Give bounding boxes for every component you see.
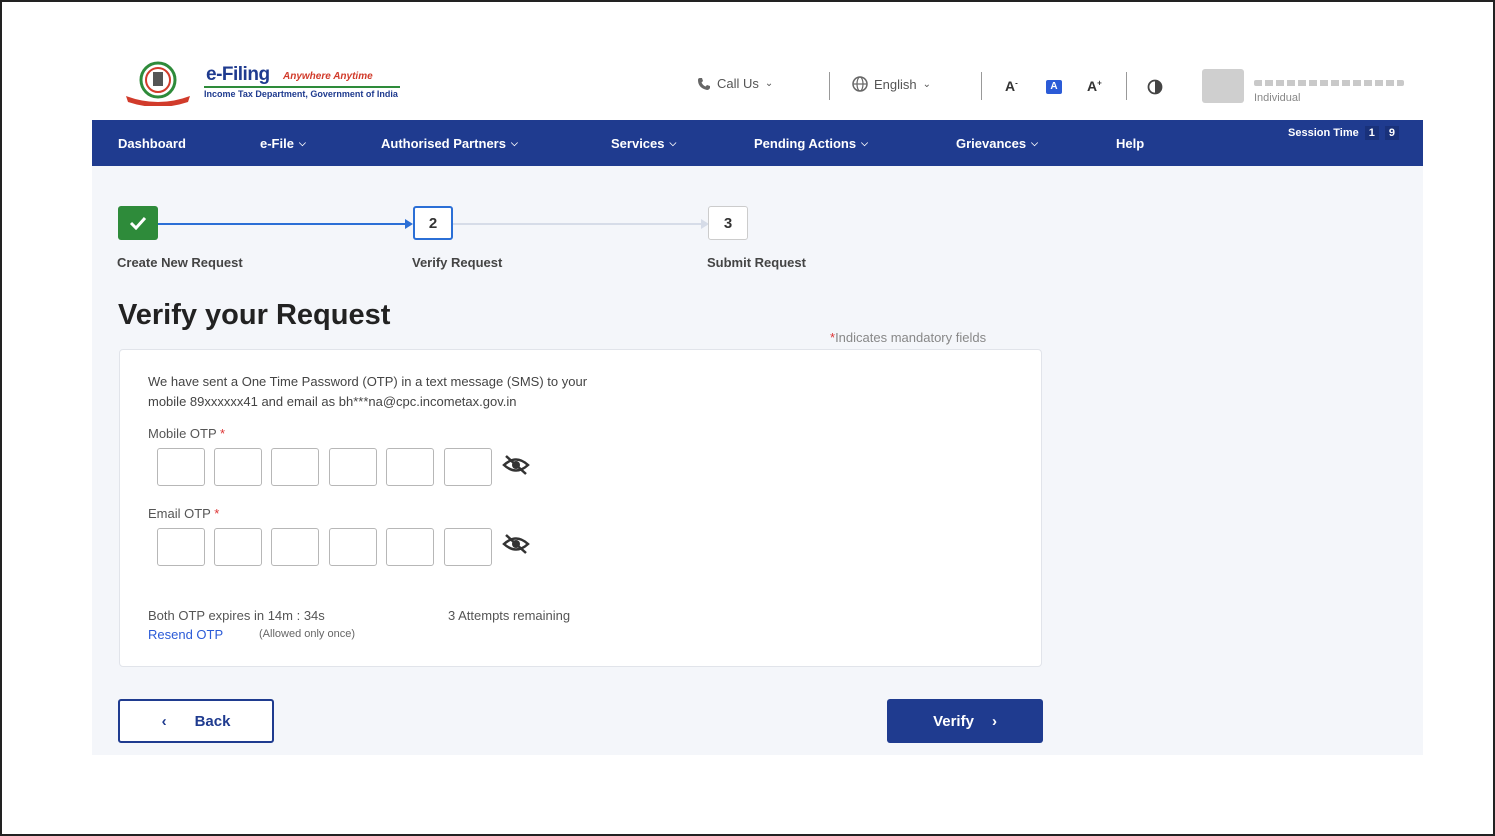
mobile-otp-digit-4[interactable] xyxy=(329,448,377,486)
divider xyxy=(1126,72,1127,100)
nav-item-dashboard[interactable]: Dashboard xyxy=(118,136,186,151)
chevron-down-icon: ⌄ xyxy=(764,78,774,89)
back-button[interactable]: ‹ Back xyxy=(118,699,274,743)
step-1-indicator xyxy=(118,206,158,240)
main-nav: Dashboard e-File ⌵ Authorised Partners ⌵ S… xyxy=(92,120,1423,166)
nav-item-efile[interactable]: e-File ⌵ xyxy=(260,136,306,151)
call-us-label: Call Us xyxy=(717,76,759,91)
email-otp-digit-3[interactable] xyxy=(271,528,319,566)
session-digit: 1 xyxy=(1364,126,1379,140)
step-3-label: Submit Request xyxy=(707,255,806,270)
chevron-right-icon: › xyxy=(991,712,997,730)
mobile-otp-digit-1[interactable] xyxy=(157,448,205,486)
page-title: Verify your Request xyxy=(118,299,391,331)
chevron-down-icon: ⌵ xyxy=(669,138,677,148)
chevron-down-icon: ⌄ xyxy=(922,78,932,90)
font-reset-button[interactable]: A xyxy=(1046,80,1062,94)
contrast-icon[interactable] xyxy=(1147,79,1163,95)
brand-name: e-Filing xyxy=(206,64,270,85)
mobile-otp-digit-6[interactable] xyxy=(444,448,492,486)
email-otp-digit-6[interactable] xyxy=(444,528,492,566)
email-otp-digit-2[interactable] xyxy=(214,528,262,566)
session-digit: 9 xyxy=(1384,126,1399,140)
divider xyxy=(981,72,982,100)
chevron-left-icon: ‹ xyxy=(161,712,167,730)
arrow-right-icon xyxy=(405,219,413,229)
mobile-otp-digit-5[interactable] xyxy=(386,448,434,486)
otp-message: We have sent a One Time Password (OTP) i… xyxy=(148,374,588,409)
language-dropdown[interactable]: English ⌄ xyxy=(852,76,931,92)
divider xyxy=(829,72,830,100)
emblem-icon xyxy=(126,61,190,106)
step-2-indicator: 2 xyxy=(413,206,453,240)
globe-icon xyxy=(852,76,868,92)
brand-tagline: Anywhere Anytime xyxy=(283,71,373,82)
language-label: English xyxy=(874,76,917,92)
resend-otp-link[interactable]: Resend OTP xyxy=(148,627,223,642)
font-decrease-button[interactable]: A- xyxy=(1005,78,1018,94)
redacted-username xyxy=(1254,80,1404,86)
otp-attempts-text: 3 Attempts remaining xyxy=(448,608,571,623)
step-connector-todo xyxy=(453,223,703,225)
chevron-down-icon: ⌵ xyxy=(861,138,868,148)
phone-icon xyxy=(698,77,710,90)
chevron-down-icon: ⌵ xyxy=(510,138,518,148)
step-3-indicator: 3 xyxy=(708,206,748,240)
mandatory-note: *Indicates mandatory fields xyxy=(830,330,987,345)
otp-expiry-text: Both OTP expires in 14m : 34s xyxy=(148,608,325,623)
mobile-otp-digit-3[interactable] xyxy=(271,448,319,486)
nav-item-help[interactable]: Help xyxy=(1116,136,1144,151)
nav-item-services[interactable]: Services ⌵ xyxy=(611,136,676,151)
brand-underline xyxy=(204,86,400,88)
avatar[interactable] xyxy=(1202,69,1244,103)
email-otp-label: Email OTP * xyxy=(148,506,220,521)
step-2-label: Verify Request xyxy=(412,255,503,270)
eye-off-icon[interactable] xyxy=(502,533,530,555)
mobile-otp-label: Mobile OTP * xyxy=(148,426,226,441)
email-otp-digit-1[interactable] xyxy=(157,528,205,566)
session-timer: Session Time 1 9 xyxy=(1288,126,1399,140)
chevron-down-icon: ⌵ xyxy=(298,138,306,148)
step-connector-done xyxy=(158,223,408,225)
mobile-otp-digit-2[interactable] xyxy=(214,448,262,486)
verify-button[interactable]: Verify › xyxy=(887,699,1043,743)
nav-item-pending-actions[interactable]: Pending Actions ⌵ xyxy=(754,136,868,151)
brand-subtitle: Income Tax Department, Government of Ind… xyxy=(204,89,398,99)
resend-otp-note: (Allowed only once) xyxy=(259,628,355,640)
email-otp-digit-4[interactable] xyxy=(329,528,377,566)
session-label: Session Time xyxy=(1288,127,1359,139)
font-increase-button[interactable]: A+ xyxy=(1087,78,1102,94)
chevron-down-icon: ⌵ xyxy=(1031,138,1038,148)
step-1-label: Create New Request xyxy=(117,255,243,270)
nav-item-authorised-partners[interactable]: Authorised Partners ⌵ xyxy=(381,136,518,151)
checkmark-icon xyxy=(129,216,147,230)
call-us-dropdown[interactable]: Call Us ⌄ xyxy=(697,76,773,91)
efiling-logo[interactable]: e-Filing Anywhere Anytime Income Tax Dep… xyxy=(118,58,418,108)
nav-item-grievances[interactable]: Grievances ⌵ xyxy=(956,136,1038,151)
email-otp-digit-5[interactable] xyxy=(386,528,434,566)
user-role: Individual xyxy=(1254,92,1301,104)
eye-off-icon[interactable] xyxy=(502,454,530,476)
